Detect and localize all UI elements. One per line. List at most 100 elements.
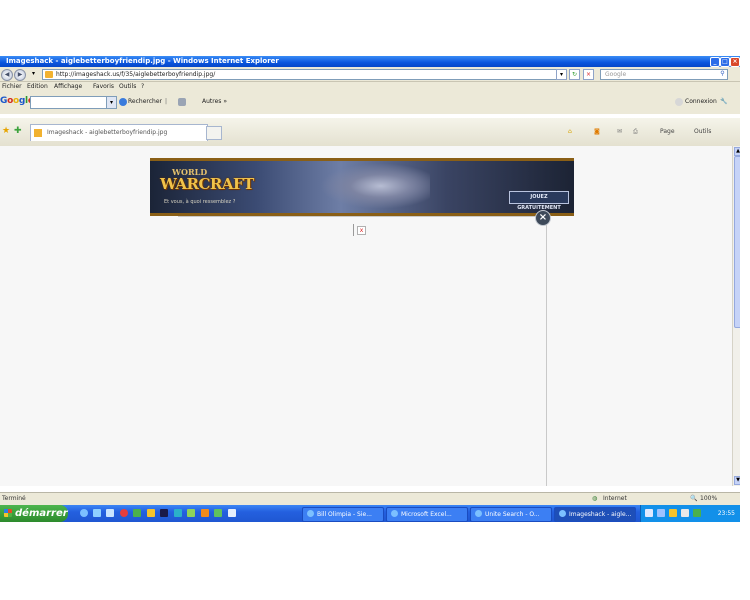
taskbar-item-label: Unite Search - O... (485, 511, 540, 518)
screen: Imageshack - aiglebetterboyfriendip.jpg … (0, 56, 740, 522)
divider: | (165, 98, 168, 105)
taskbar-item[interactable]: Unite Search - O... (470, 507, 552, 522)
add-favorite-icon[interactable]: ✚ (14, 127, 23, 136)
google-search-button[interactable]: Rechercher (128, 97, 162, 107)
system-tray: 23:55 (640, 505, 740, 522)
scroll-up-icon[interactable]: ▲ (734, 147, 740, 156)
google-search-dropdown-icon[interactable]: ▾ (106, 96, 117, 109)
spreadsheet-quicklaunch-icon[interactable] (214, 509, 222, 517)
search-icon[interactable]: ⚲ (718, 69, 727, 78)
new-tab-button[interactable] (206, 126, 222, 140)
tab-active[interactable]: Imageshack - aiglebetterboyfriendip.jpg (30, 124, 208, 141)
signin-icon (675, 98, 683, 106)
menu-item-tools[interactable]: Outils (119, 82, 136, 92)
wrench-icon[interactable]: 🔧 (720, 97, 727, 107)
page-content: WORLD WARCRAFT Et vous, à quoi ressemble… (0, 146, 732, 486)
menu-item-edit[interactable]: Edition (27, 82, 48, 92)
back-arrow-icon[interactable]: ◀ (1, 69, 13, 81)
close-button[interactable]: × (730, 57, 740, 67)
window-titlebar: Imageshack - aiglebetterboyfriendip.jpg … (0, 56, 740, 67)
address-bar: ◀ ▶ ▾ http://imageshack.us/f/35/aiglebet… (0, 67, 740, 82)
url-dropdown-icon[interactable]: ▾ (556, 69, 567, 80)
taskbar-item[interactable]: Bill Olimpia - Sie... (302, 507, 384, 522)
menu-item-file[interactable]: Fichier (2, 82, 22, 92)
taskbar-item-active[interactable]: Imageshack - aigle... (554, 507, 636, 522)
scroll-thumb[interactable] (734, 156, 740, 328)
taskbar: démarrer Bill Olimpia - Sie... Microsoft… (0, 505, 740, 522)
maximize-button[interactable]: □ (720, 57, 730, 67)
show-desktop-quicklaunch-icon[interactable] (228, 509, 236, 517)
bookmarks-icon[interactable] (178, 98, 186, 106)
menu-bar: Fichier Edition Affichage Favoris Outils… (0, 82, 740, 92)
close-icon[interactable]: × (535, 210, 551, 226)
print-icon[interactable]: ⎙ (633, 127, 638, 137)
zoom-level[interactable]: 100% (700, 493, 717, 505)
google-toolbar: Google ▾ Rechercher | Autres » Connexion… (0, 92, 740, 114)
wow-ad-banner[interactable]: WORLD WARCRAFT Et vous, à quoi ressemble… (150, 158, 574, 216)
page-icon (45, 71, 53, 78)
tray-icon[interactable] (645, 509, 653, 517)
ie-icon (475, 510, 482, 517)
google-logo: Google (0, 96, 34, 106)
email-quicklaunch-icon[interactable] (106, 509, 114, 517)
more-button[interactable]: Autres » (202, 97, 227, 107)
page-menu-button[interactable]: Page (660, 127, 675, 137)
security-zone: Internet (603, 495, 627, 502)
status-text: Terminé (2, 495, 26, 502)
tray-icon[interactable] (681, 509, 689, 517)
start-button[interactable]: démarrer (0, 505, 68, 522)
divider-vertical (546, 216, 547, 486)
url-input[interactable]: http://imageshack.us/f/35/aiglebetterboy… (42, 69, 564, 80)
utility-quicklaunch-icon[interactable] (187, 509, 195, 517)
home-icon[interactable]: ⌂ (568, 127, 572, 137)
app-quicklaunch-icon[interactable] (133, 509, 141, 517)
history-dropdown-icon[interactable]: ▾ (29, 69, 38, 78)
mail-icon[interactable]: ✉ (617, 127, 622, 137)
media-quicklaunch-icon[interactable] (160, 509, 168, 517)
banner-character-art (320, 163, 430, 209)
taskbar-item-label: Microsoft Excel... (401, 511, 452, 518)
globe-icon: ◍ (592, 495, 598, 502)
desktop-quicklaunch-icon[interactable] (93, 509, 101, 517)
menu-item-view[interactable]: Affichage (54, 82, 82, 92)
vertical-scrollbar[interactable]: ▲ ▼ (732, 146, 740, 486)
taskbar-item-label: Bill Olimpia - Sie... (317, 511, 372, 518)
windows-flag-icon (4, 509, 12, 517)
tools-menu-button[interactable]: Outils (694, 127, 711, 137)
signin-link[interactable]: Connexion (685, 97, 717, 107)
taskbar-item[interactable]: Microsoft Excel... (386, 507, 468, 522)
heart-quicklaunch-icon[interactable] (120, 509, 128, 517)
media-player-quicklaunch-icon[interactable] (201, 509, 209, 517)
tab-page-icon (34, 129, 42, 137)
tab-strip: ★ ✚ Imageshack - aiglebetterboyfriendip.… (0, 118, 740, 147)
stop-icon[interactable]: × (583, 69, 594, 80)
banner-cta-button[interactable]: JOUEZ GRATUITEMENT (509, 191, 569, 211)
ie-icon (559, 510, 566, 517)
messenger-quicklaunch-icon[interactable] (174, 509, 182, 517)
start-label: démarrer (15, 508, 68, 519)
divider-line (178, 216, 546, 217)
tray-icon[interactable] (657, 509, 665, 517)
wow-logo: WARCRAFT (160, 175, 254, 193)
forward-arrow-icon[interactable]: ▶ (14, 69, 26, 81)
banner-tagline: Et vous, à quoi ressemblez ? (164, 199, 236, 205)
search-placeholder: Google (605, 71, 627, 78)
window-title: Imageshack - aiglebetterboyfriendip.jpg … (6, 57, 279, 65)
tray-icon[interactable] (693, 509, 701, 517)
tray-icon[interactable] (669, 509, 677, 517)
minimize-button[interactable]: _ (710, 57, 720, 67)
favorites-star-icon[interactable]: ★ (2, 127, 11, 136)
ie-icon (307, 510, 314, 517)
folder-quicklaunch-icon[interactable] (147, 509, 155, 517)
ie-quicklaunch-icon[interactable] (80, 509, 88, 517)
search-input[interactable]: Google (600, 69, 728, 80)
status-bar: Terminé ◍ Internet 🔍 100% (0, 492, 740, 505)
google-search-input[interactable] (30, 96, 107, 109)
feeds-icon[interactable]: ◙ (594, 127, 600, 137)
google-search-icon[interactable] (119, 98, 127, 106)
tab-title: Imageshack - aiglebetterboyfriendip.jpg (47, 129, 168, 136)
menu-item-help[interactable]: ? (141, 82, 144, 92)
menu-item-favorites[interactable]: Favoris (93, 82, 114, 92)
scroll-down-icon[interactable]: ▼ (734, 476, 740, 485)
refresh-icon[interactable]: ↻ (569, 69, 580, 80)
